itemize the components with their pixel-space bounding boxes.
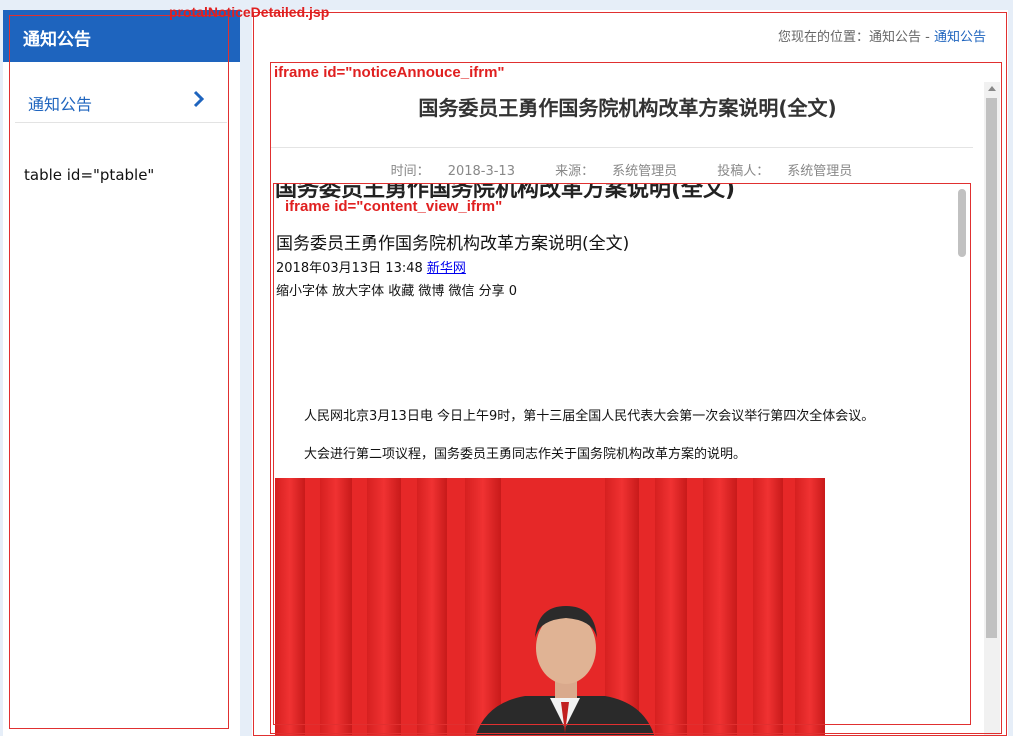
sidebar-item-notices[interactable]: 通知公告 [15,70,227,123]
chevron-right-icon [193,90,205,108]
breadcrumb-section: 通知公告 [869,30,922,45]
notice-author-label: 投稿人： [717,164,770,179]
article-title: 国务委员王勇作国务院机构改革方案说明(全文) [276,234,630,254]
notice-source: 来源： 系统管理员 [546,164,686,179]
article-paragraph: 大会进行第二项议程，国务委员王勇同志作关于国务院机构改革方案的说明。 [304,447,747,462]
sidebar: 通知公告 通知公告 table id="ptable" [3,10,240,736]
divider [270,147,973,148]
notice-time: 时间： 2018-3-13 [382,164,524,179]
article-tools[interactable]: 缩小字体 放大字体 收藏 微博 微信 分享 0 [276,280,517,299]
article-date: 2018年03月13日 13:48 [276,261,423,276]
content-view-iframe: 国务委员王勇作国务院机构改革方案说明(全文) 国务委员王勇作国务院机构改革方案说… [275,183,970,736]
scroll-up-arrow-icon[interactable] [988,86,996,91]
notice-source-value: 系统管理员 [612,164,678,179]
article-paragraph: 人民网北京3月13日电 今日上午9时，第十三届全国人民代表大会第一次会议举行第四… [304,409,875,424]
article-photo [275,478,825,736]
breadcrumb-current-link[interactable]: 通知公告 [934,30,986,45]
breadcrumb-separator: - [921,30,934,45]
notice-source-label: 来源： [555,164,595,179]
article-source-link[interactable]: 新华网 [427,261,466,276]
article-date-line: 2018年03月13日 13:48 新华网 [276,257,466,276]
breadcrumb-prefix: 您现在的位置： [777,30,869,45]
outer-iframe-annotation: iframe id="noticeAnnouce_ifrm" [274,64,505,81]
breadcrumb: 您现在的位置：通知公告 - 通知公告 [778,26,986,45]
outer-scrollbar-thumb[interactable] [986,98,997,638]
notice-author-value: 系统管理员 [787,164,853,179]
inner-scrollbar-thumb[interactable] [958,189,966,257]
notice-meta: 时间： 2018-3-13 来源： 系统管理员 投稿人： 系统管理员 [270,160,973,179]
outer-scrollbar[interactable] [984,82,1000,736]
jsp-annotation: protalNoticeDetailed.jsp [169,4,330,20]
sidebar-item-label: 通知公告 [28,95,93,114]
notice-author: 投稿人： 系统管理员 [708,164,861,179]
notice-title: 国务委员王勇作国务院机构改革方案说明(全文) [418,96,837,120]
notice-time-label: 时间： [390,164,430,179]
ptable-annotation: table id="ptable" [24,166,155,184]
notice-time-value: 2018-3-13 [447,164,515,179]
sidebar-header-title: 通知公告 [23,30,91,50]
inner-iframe-annotation: iframe id="content_view_ifrm" [285,198,503,215]
notice-iframe: 国务委员王勇作国务院机构改革方案说明(全文) 时间： 2018-3-13 来源： 系… [270,62,1000,736]
